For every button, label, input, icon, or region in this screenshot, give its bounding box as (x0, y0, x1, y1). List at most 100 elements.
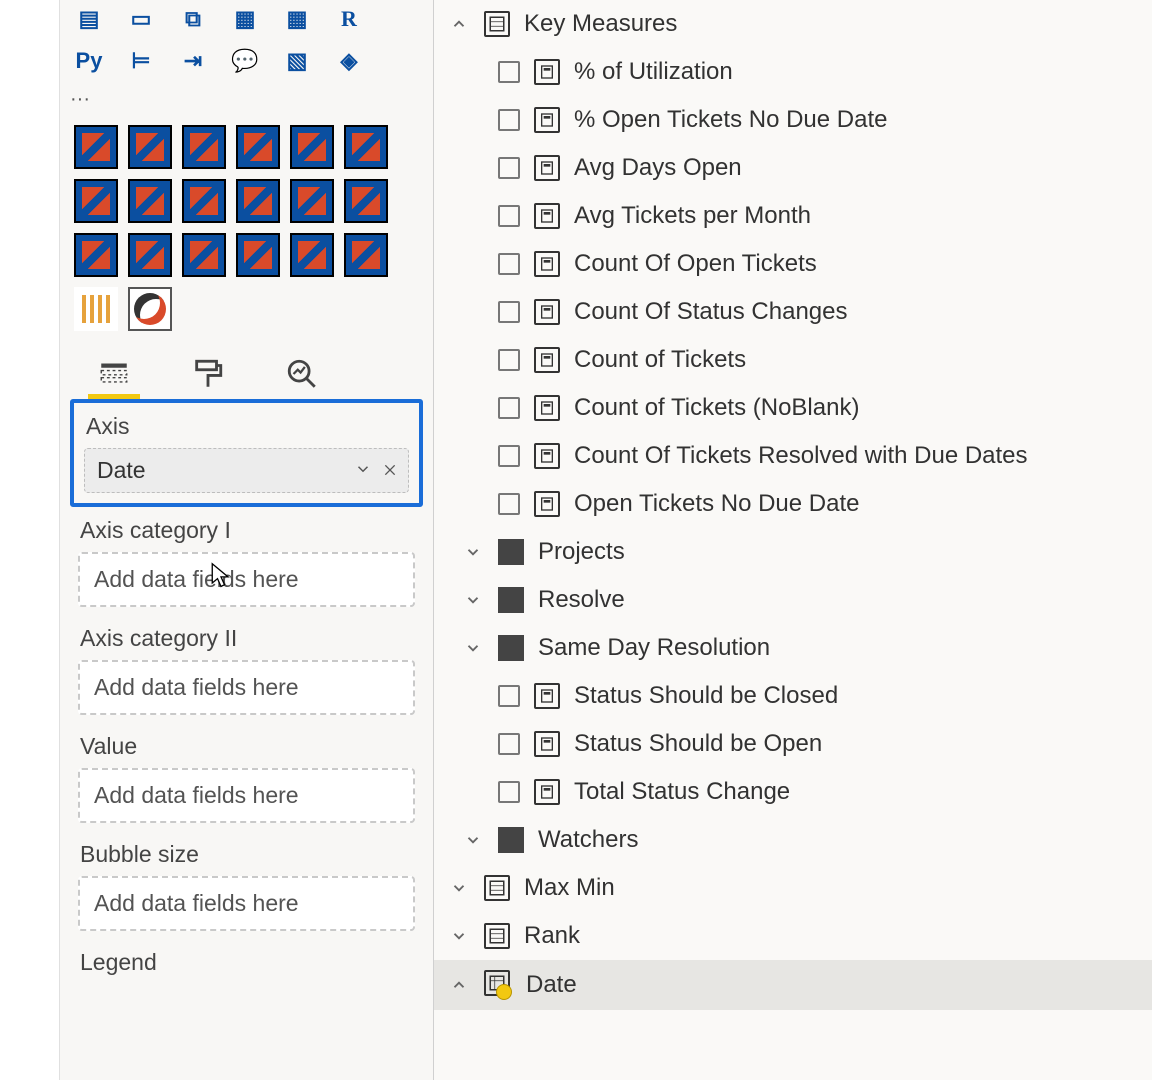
viz-type-icon[interactable]: ⧉ (174, 0, 212, 38)
axis-well-highlight: Axis Date (70, 399, 423, 507)
table-rank[interactable]: Rank (434, 912, 1152, 960)
table-label: Date (526, 971, 577, 999)
custom-visual-icon[interactable] (182, 179, 226, 223)
field-checkbox[interactable] (498, 157, 520, 179)
viz-type-icon[interactable]: ▤ (70, 0, 108, 38)
field-count-open-tickets[interactable]: Count Of Open Tickets (434, 240, 1152, 288)
table-label: Rank (524, 922, 580, 950)
field-label: Count of Tickets (574, 346, 746, 374)
field-open-no-due[interactable]: Open Tickets No Due Date (434, 480, 1152, 528)
field-label: Avg Tickets per Month (574, 202, 811, 230)
measure-icon (534, 779, 560, 805)
custom-visual-icon[interactable] (236, 179, 280, 223)
field-count-resolved-duedate[interactable]: Count Of Tickets Resolved with Due Dates (434, 432, 1152, 480)
viz-type-row-1: ▤ ▭ ⧉ ▦ ▦ R (60, 0, 433, 42)
folder-watchers[interactable]: Watchers (434, 816, 1152, 864)
folder-projects[interactable]: Projects (434, 528, 1152, 576)
custom-visual-icon[interactable] (74, 179, 118, 223)
field-checkbox[interactable] (498, 493, 520, 515)
axis-field-chip[interactable]: Date (84, 448, 409, 493)
custom-visual-icon[interactable] (128, 287, 172, 331)
viz-key-influencers-icon[interactable]: ⊨ (122, 42, 160, 80)
field-pct-utilization[interactable]: % of Utilization (434, 48, 1152, 96)
measure-icon (534, 59, 560, 85)
field-label: Open Tickets No Due Date (574, 490, 859, 518)
custom-visual-icon[interactable] (344, 125, 388, 169)
custom-visual-icon[interactable] (182, 233, 226, 277)
custom-visual-icon[interactable] (128, 125, 172, 169)
field-status-closed[interactable]: Status Should be Closed (434, 672, 1152, 720)
field-pct-open-no-due[interactable]: % Open Tickets No Due Date (434, 96, 1152, 144)
viz-r-icon[interactable]: R (330, 0, 368, 38)
field-label: Status Should be Open (574, 730, 822, 758)
custom-visual-icon[interactable] (344, 233, 388, 277)
folder-icon (498, 539, 524, 565)
well-label-axis-cat1: Axis category I (78, 513, 415, 552)
tab-analytics[interactable] (276, 349, 328, 399)
table-date[interactable]: Date (434, 960, 1152, 1010)
viz-type-icon[interactable]: ▦ (226, 0, 264, 38)
field-count-tickets-noblank[interactable]: Count of Tickets (NoBlank) (434, 384, 1152, 432)
viz-type-icon[interactable]: ▦ (278, 0, 316, 38)
measure-icon (534, 107, 560, 133)
field-checkbox[interactable] (498, 733, 520, 755)
field-checkbox[interactable] (498, 109, 520, 131)
field-avg-days-open[interactable]: Avg Days Open (434, 144, 1152, 192)
viz-type-row-2: Py ⊨ ⇥ 💬 ▧ ◈ (60, 42, 433, 84)
viz-paginated-icon[interactable]: ▧ (278, 42, 316, 80)
analytics-icon (285, 357, 319, 391)
custom-visual-icon[interactable] (290, 179, 334, 223)
field-checkbox[interactable] (498, 205, 520, 227)
custom-visual-icon[interactable] (290, 233, 334, 277)
custom-visual-icon[interactable] (290, 125, 334, 169)
custom-visual-icon[interactable] (128, 179, 172, 223)
field-status-open[interactable]: Status Should be Open (434, 720, 1152, 768)
field-checkbox[interactable] (498, 349, 520, 371)
folder-label: Watchers (538, 826, 638, 854)
remove-field-icon[interactable] (382, 457, 398, 484)
well-label-value: Value (78, 729, 415, 768)
field-checkbox[interactable] (498, 301, 520, 323)
table-label: Max Min (524, 874, 615, 902)
bubble-drop[interactable]: Add data fields here (78, 876, 415, 931)
custom-visual-icon[interactable] (236, 125, 280, 169)
field-checkbox[interactable] (498, 781, 520, 803)
well-label-axis-cat2: Axis category II (78, 621, 415, 660)
tab-format[interactable] (182, 349, 234, 399)
axis-cat1-drop[interactable]: Add data fields here (78, 552, 415, 607)
viz-python-icon[interactable]: Py (70, 42, 108, 80)
custom-visual-icon[interactable] (236, 233, 280, 277)
chevron-down-icon (462, 637, 484, 659)
custom-visual-icon[interactable] (74, 233, 118, 277)
tab-fields[interactable] (88, 349, 140, 399)
chevron-up-icon (448, 13, 470, 35)
viz-type-icon[interactable]: ▭ (122, 0, 160, 38)
table-icon (484, 923, 510, 949)
folder-resolve[interactable]: Resolve (434, 576, 1152, 624)
field-avg-tickets-month[interactable]: Avg Tickets per Month (434, 192, 1152, 240)
field-checkbox[interactable] (498, 685, 520, 707)
custom-visual-icon[interactable] (74, 287, 118, 331)
viz-get-more-icon[interactable]: ◈ (330, 42, 368, 80)
field-checkbox[interactable] (498, 253, 520, 275)
chevron-down-icon[interactable] (354, 457, 372, 484)
axis-cat2-drop[interactable]: Add data fields here (78, 660, 415, 715)
custom-visual-icon[interactable] (128, 233, 172, 277)
field-wells: Axis Date Axis category I Add data fi (60, 399, 433, 984)
field-total-status-change[interactable]: Total Status Change (434, 768, 1152, 816)
field-count-tickets[interactable]: Count of Tickets (434, 336, 1152, 384)
table-key-measures[interactable]: Key Measures (434, 0, 1152, 48)
viz-more-icon[interactable]: ··· (60, 84, 433, 115)
custom-visual-icon[interactable] (344, 179, 388, 223)
viz-decomp-tree-icon[interactable]: ⇥ (174, 42, 212, 80)
folder-same-day[interactable]: Same Day Resolution (434, 624, 1152, 672)
value-drop[interactable]: Add data fields here (78, 768, 415, 823)
field-checkbox[interactable] (498, 61, 520, 83)
field-count-status-changes[interactable]: Count Of Status Changes (434, 288, 1152, 336)
viz-qna-icon[interactable]: 💬 (226, 42, 264, 80)
field-checkbox[interactable] (498, 397, 520, 419)
field-checkbox[interactable] (498, 445, 520, 467)
custom-visual-icon[interactable] (74, 125, 118, 169)
custom-visual-icon[interactable] (182, 125, 226, 169)
table-maxmin[interactable]: Max Min (434, 864, 1152, 912)
